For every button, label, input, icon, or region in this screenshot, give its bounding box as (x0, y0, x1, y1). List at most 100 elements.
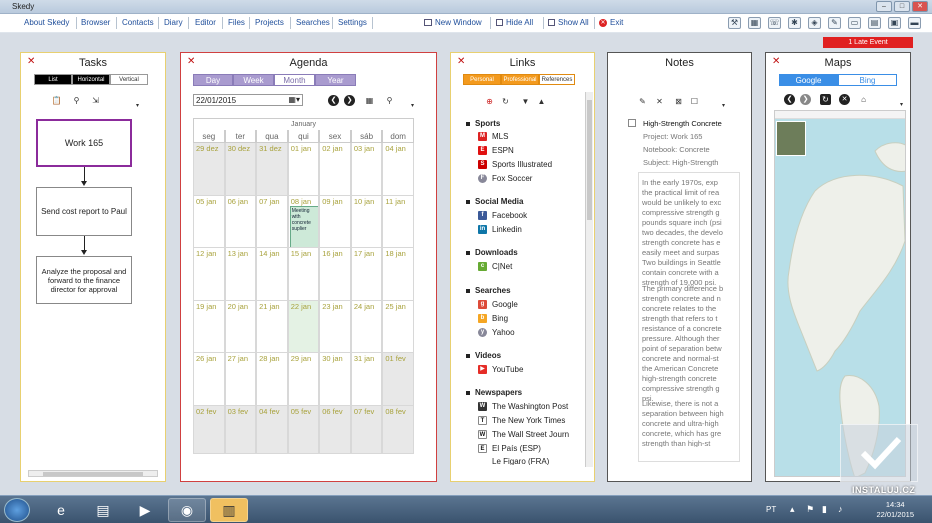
day-cell[interactable]: 12 jan (193, 248, 225, 301)
menu-searches[interactable]: Searches (296, 18, 330, 27)
day-cell[interactable]: 30 jan (319, 353, 351, 406)
maximize-button[interactable]: □ (894, 1, 910, 12)
day-cell[interactable]: 05 fev (287, 405, 320, 454)
day-cell[interactable]: 16 jan (319, 248, 351, 301)
day-cell[interactable]: 29 dez (193, 143, 225, 196)
day-cell[interactable]: 23 jan (319, 300, 351, 353)
day-cell[interactable]: 05 jan (193, 195, 225, 248)
agenda-menu-icon[interactable]: ▾ (407, 101, 418, 112)
media-player-icon[interactable]: ▶ (126, 498, 164, 522)
day-cell[interactable]: 31 jan (350, 353, 383, 406)
refresh-link-icon[interactable]: ↻ (500, 96, 511, 107)
calculator-icon[interactable]: ▦ (748, 17, 761, 29)
menu-settings[interactable]: Settings (338, 18, 367, 27)
day-cell[interactable]: 09 jan (319, 195, 351, 248)
day-cell[interactable]: 04 jan (382, 143, 414, 196)
note-title[interactable]: High-Strength Concrete (643, 119, 722, 128)
link-item[interactable]: b Bing (478, 314, 508, 324)
phone-icon[interactable]: ☏ (768, 17, 781, 29)
view-day[interactable]: Day (193, 74, 233, 86)
display-icon[interactable]: ▭ (848, 17, 861, 29)
close-window-button[interactable]: ✕ (912, 1, 928, 12)
edit-icon[interactable]: ✎ (828, 17, 841, 29)
prev-icon[interactable]: ❮ (328, 95, 339, 106)
minimize-button[interactable]: – (876, 1, 892, 12)
menu-diary[interactable]: Diary (164, 18, 183, 27)
skedy-taskbar-icon[interactable]: ▥ (210, 498, 248, 522)
day-cell[interactable]: 03 jan (350, 143, 383, 196)
map-view[interactable] (774, 110, 906, 477)
day-cell[interactable]: 10 jan (350, 195, 383, 248)
tab-bing[interactable]: Bing (838, 74, 897, 86)
day-cell-with-event[interactable]: 08 jan Meeting with concrete suplier (287, 195, 320, 248)
menu-about[interactable]: About Skedy (24, 18, 69, 27)
link-item[interactable]: f Facebook (478, 211, 527, 221)
map-stop-icon[interactable]: ✕ (839, 94, 850, 105)
move-up-icon[interactable]: ▲ (536, 96, 547, 107)
collapse-note-icon[interactable]: ⊠ (673, 96, 684, 107)
move-down-icon[interactable]: ▼ (520, 96, 531, 107)
day-cell[interactable]: 26 jan (193, 353, 225, 406)
day-cell[interactable]: 04 fev (256, 405, 288, 454)
day-cell[interactable]: 19 jan (193, 300, 225, 353)
day-cell[interactable]: 31 dez (256, 143, 288, 196)
task-card[interactable]: Analyze the proposal and forward to the … (36, 256, 132, 304)
link-item[interactable]: y Yahoo (478, 328, 515, 338)
calendar-dropdown-icon[interactable]: ▦▾ (288, 95, 300, 104)
tab-vertical[interactable]: Vertical (110, 74, 148, 85)
menu-projects[interactable]: Projects (255, 18, 284, 27)
day-cell[interactable]: 08 fev (382, 405, 414, 454)
file-explorer-icon[interactable]: ▤ (84, 498, 122, 522)
menu-editor[interactable]: Editor (195, 18, 216, 27)
tags-icon[interactable]: ◈ (808, 17, 821, 29)
add-link-icon[interactable]: ⊕ (484, 96, 495, 107)
calendar-icon[interactable]: ▦ (364, 95, 375, 106)
link-item[interactable]: W The Washington Post (478, 402, 568, 412)
tab-references[interactable]: References (539, 74, 575, 85)
day-cell[interactable]: 06 fev (319, 405, 351, 454)
day-cell[interactable]: 21 jan (256, 300, 288, 353)
menu-contacts[interactable]: Contacts (122, 18, 154, 27)
menu-browser[interactable]: Browser (81, 18, 110, 27)
task-filter-icon[interactable]: ⚲ (71, 95, 82, 106)
menu-files[interactable]: Files (228, 18, 245, 27)
map-forward-icon[interactable]: ❯ (800, 94, 811, 105)
firefox-icon[interactable]: ◉ (168, 498, 206, 522)
tab-google[interactable]: Google (779, 74, 838, 86)
start-button[interactable] (4, 498, 30, 522)
view-month[interactable]: Month (274, 74, 315, 86)
day-cell[interactable]: 07 jan (256, 195, 288, 248)
network-icon[interactable]: ▮ (822, 504, 827, 515)
day-cell-selected[interactable]: 22 jan (287, 300, 320, 353)
date-picker[interactable]: 22/01/2015 ▦▾ (193, 94, 303, 106)
day-cell[interactable]: 14 jan (256, 248, 288, 301)
day-cell[interactable]: 01 jan (287, 143, 320, 196)
day-cell[interactable]: 02 fev (193, 405, 225, 454)
new-note-icon[interactable]: ✎ (637, 96, 648, 107)
flag-icon[interactable]: ⚑ (806, 504, 814, 515)
note-checkbox-icon[interactable]: ☐ (689, 96, 700, 107)
day-cell[interactable]: 30 dez (224, 143, 257, 196)
task-menu-icon[interactable]: ▾ (132, 101, 143, 112)
link-item[interactable]: E ESPN (478, 146, 514, 156)
link-item[interactable]: E El País (ESP) (478, 444, 541, 454)
late-event-badge[interactable]: 1 Late Event (823, 37, 913, 48)
link-item[interactable]: ▶ YouTube (478, 365, 523, 375)
day-cell[interactable]: 20 jan (224, 300, 257, 353)
tray-up-icon[interactable]: ▴ (790, 504, 795, 515)
task-export-icon[interactable]: ⇲ (90, 95, 101, 106)
task-clipboard-icon[interactable]: 📋 (51, 95, 62, 106)
link-item[interactable]: Le Figaro (FRA) (478, 457, 549, 465)
link-item[interactable]: S Sports Illustrated (478, 160, 552, 170)
day-cell[interactable]: 13 jan (224, 248, 257, 301)
tray-icon[interactable]: ▬ (908, 17, 921, 29)
view-year[interactable]: Year (315, 74, 356, 86)
day-cell[interactable]: 27 jan (224, 353, 257, 406)
day-cell[interactable]: 29 jan (287, 353, 320, 406)
day-cell[interactable]: 15 jan (287, 248, 320, 301)
notes-menu-icon[interactable]: ▾ (718, 101, 729, 112)
internet-explorer-icon[interactable]: e (42, 498, 80, 522)
tools-icon[interactable]: ⚒ (728, 17, 741, 29)
image-icon[interactable]: ▣ (888, 17, 901, 29)
new-window-button[interactable]: New Window (424, 18, 482, 27)
